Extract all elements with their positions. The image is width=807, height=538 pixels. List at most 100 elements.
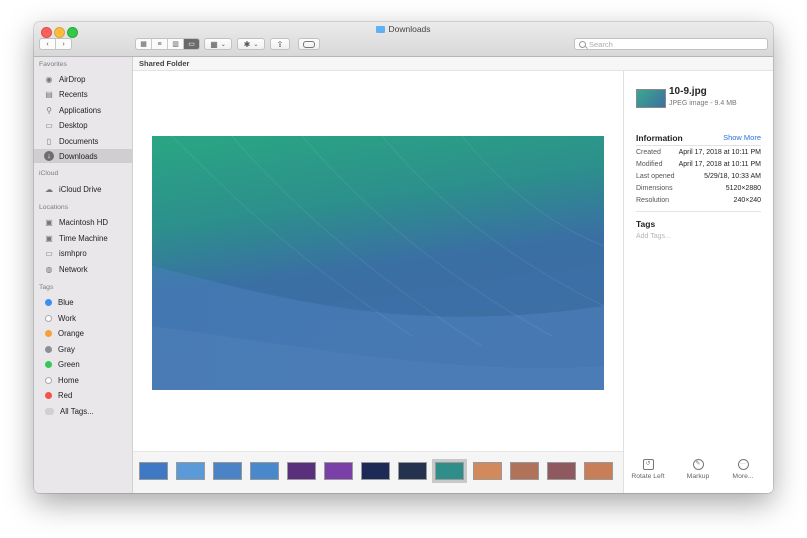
info-key: Modified <box>636 161 663 168</box>
sidebar-item-label: Network <box>59 264 88 274</box>
sidebar-item-time-machine[interactable]: ▣ Time Machine <box>34 231 132 245</box>
thumbnail[interactable] <box>547 462 576 480</box>
sidebar-section-favorites: Favorites <box>39 61 67 68</box>
show-more-link[interactable]: Show More <box>723 133 761 142</box>
icon-view-button[interactable]: ▦ <box>136 39 152 49</box>
action-label: Rotate Left <box>631 473 665 480</box>
thumbnail[interactable] <box>473 462 502 480</box>
rotate-left-button[interactable]: ↺ Rotate Left <box>628 459 668 480</box>
list-view-button[interactable]: ≡ <box>152 39 168 49</box>
thumbnail[interactable] <box>398 462 427 480</box>
tag-button[interactable] <box>298 38 320 50</box>
sidebar: Favorites ◉ AirDrop ▤ Recents ⚲ Application… <box>34 57 133 493</box>
information-heading: Information <box>636 133 683 143</box>
tag-icon <box>303 40 315 48</box>
divider <box>636 211 761 212</box>
sidebar-section-locations: Locations <box>39 204 69 211</box>
folder-icon <box>376 26 386 33</box>
sidebar-item-label: Macintosh HD <box>59 217 108 227</box>
sidebar-item-label: Work <box>58 313 77 323</box>
tag-dot-icon <box>45 298 52 306</box>
info-value: April 17, 2018 at 10:11 PM <box>678 161 761 168</box>
info-key: Resolution <box>636 197 670 204</box>
sidebar-tag-work[interactable]: Work <box>34 311 132 325</box>
thumbnail[interactable] <box>213 462 242 480</box>
sidebar-item-network[interactable]: ◍ Network <box>34 262 132 276</box>
sidebar-tag-all[interactable]: All Tags... <box>34 404 132 418</box>
sidebar-item-airdrop[interactable]: ◉ AirDrop <box>34 72 132 86</box>
markup-icon: ✎ <box>692 459 704 470</box>
sidebar-tag-green[interactable]: Green <box>34 357 132 371</box>
sidebar-section-icloud: iCloud <box>39 170 59 177</box>
thumbnail[interactable] <box>250 462 279 480</box>
action-button[interactable]: ✱ ⌄ <box>237 38 265 50</box>
sidebar-item-label: Blue <box>58 297 74 307</box>
action-label: Markup <box>686 473 710 480</box>
more-button[interactable]: ··· More... <box>723 459 763 480</box>
gallery-view-button[interactable]: ▭ <box>184 39 199 49</box>
thumbnail[interactable] <box>324 462 353 480</box>
sidebar-item-desktop[interactable]: ▭ Desktop <box>34 118 132 132</box>
documents-icon: ▯ <box>46 136 52 146</box>
info-key: Dimensions <box>636 185 673 192</box>
sidebar-item-macintosh-hd[interactable]: ▣ Macintosh HD <box>34 215 132 229</box>
info-value: 5/29/18, 10:33 AM <box>704 173 761 180</box>
preview-image[interactable] <box>152 136 604 390</box>
markup-button[interactable]: ✎ Markup <box>678 459 718 480</box>
thumbnail[interactable] <box>584 462 613 480</box>
sidebar-tag-gray[interactable]: Gray <box>34 342 132 356</box>
view-mode-segment: ▦ ≡ ▥ ▭ <box>135 38 200 50</box>
sidebar-item-label: Desktop <box>59 120 88 130</box>
sidebar-item-label: ismhpro <box>59 248 87 258</box>
sidebar-item-label: Orange <box>58 328 85 338</box>
thumbnail[interactable] <box>361 462 390 480</box>
grid-icon: ▦ <box>210 39 218 49</box>
search-placeholder: Search <box>589 40 613 49</box>
sidebar-item-documents[interactable]: ▯ Documents <box>34 134 132 148</box>
chevron-down-icon: ⌄ <box>253 41 259 48</box>
sidebar-section-tags: Tags <box>39 284 54 291</box>
file-thumbnail <box>636 89 666 108</box>
chevron-down-icon: ⌄ <box>220 41 226 48</box>
disk-icon: ▣ <box>45 233 53 243</box>
window-title-text: Downloads <box>388 24 431 34</box>
divider <box>636 145 761 146</box>
tag-dot-icon <box>45 391 52 399</box>
thumbnail[interactable] <box>176 462 205 480</box>
thumbnail-selected[interactable] <box>432 459 467 483</box>
window-title: Downloads <box>34 24 773 34</box>
column-view-button[interactable]: ▥ <box>168 39 184 49</box>
sidebar-item-recents[interactable]: ▤ Recents <box>34 87 132 101</box>
thumbnail[interactable] <box>287 462 316 480</box>
gear-icon: ✱ <box>243 39 251 49</box>
thumbnail[interactable] <box>510 462 539 480</box>
thumbnail[interactable] <box>139 462 168 480</box>
tag-dot-icon <box>45 314 52 322</box>
computer-icon: ▭ <box>45 248 53 258</box>
share-button[interactable]: ⇪ <box>270 38 290 50</box>
thumbnail-strip <box>133 451 623 493</box>
chevron-left-icon[interactable]: ‹ <box>40 39 56 49</box>
sidebar-item-downloads[interactable]: ↓ Downloads <box>34 149 132 163</box>
sidebar-tag-red[interactable]: Red <box>34 388 132 402</box>
sidebar-tag-home[interactable]: Home <box>34 373 132 387</box>
info-value: 240×240 <box>733 197 761 204</box>
info-key: Created <box>636 149 661 156</box>
sidebar-item-ismhpro[interactable]: ▭ ismhpro <box>34 246 132 260</box>
add-tags-field[interactable]: Add Tags... <box>636 233 671 240</box>
tag-dot-icon <box>45 376 52 384</box>
disk-icon: ▣ <box>45 217 53 227</box>
chevron-right-icon[interactable]: › <box>56 39 71 49</box>
sidebar-item-applications[interactable]: ⚲ Applications <box>34 103 132 117</box>
search-input[interactable]: Search <box>574 38 768 50</box>
sidebar-tag-orange[interactable]: Orange <box>34 326 132 340</box>
info-value: 5120×2880 <box>725 185 761 192</box>
sidebar-item-icloud-drive[interactable]: ☁ iCloud Drive <box>34 182 132 196</box>
group-button[interactable]: ▦ ⌄ <box>204 38 232 50</box>
recents-icon: ▤ <box>45 89 53 99</box>
sidebar-item-label: Recents <box>59 89 88 99</box>
sidebar-tag-blue[interactable]: Blue <box>34 295 132 309</box>
wave-image <box>152 136 604 390</box>
sidebar-item-label: AirDrop <box>59 74 86 84</box>
sidebar-item-label: All Tags... <box>60 406 94 416</box>
